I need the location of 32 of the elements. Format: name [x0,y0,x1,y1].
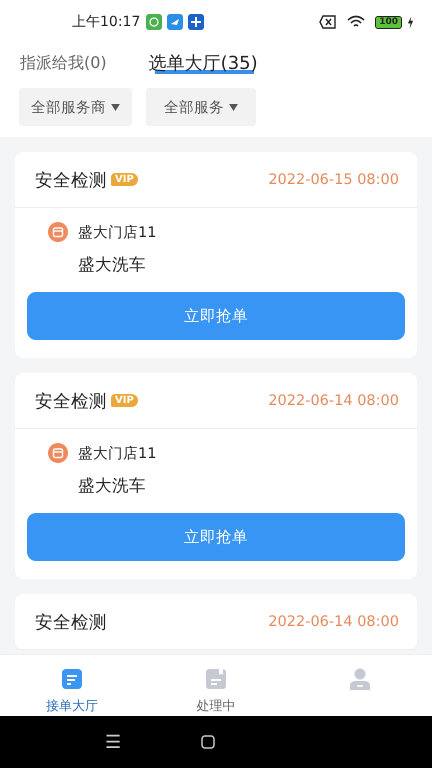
order-title: 安全检测 [35,612,107,634]
order-time: 2022-06-14 08:00 [268,392,399,408]
service-name: 盛大洗车 [77,475,147,497]
order-title: 安全检测 [35,170,107,192]
service-name: 盛大洗车 [77,254,147,276]
app-icon [188,14,204,30]
shop-icon [48,443,68,463]
wifi-icon [347,15,366,29]
grab-order-button[interactable]: 立即抢单 [27,292,405,340]
caret-icon [229,104,238,110]
vip-badge: VIP [111,394,138,407]
app-icon [146,14,162,30]
user-icon [348,667,372,691]
charging-icon [407,16,414,28]
filter-dropdown[interactable]: 全部服务商 [19,88,132,126]
grab-order-button[interactable]: 立即抢单 [27,513,405,561]
order-title: 安全检测 [35,390,107,412]
home-button[interactable] [201,735,215,749]
battery-icon: 100 [375,16,402,28]
caret-icon [111,104,120,110]
shop-icon [48,222,68,242]
filter-dropdown[interactable]: 全部服务 [146,88,256,126]
order-time: 2022-06-15 08:00 [268,172,399,188]
status-time: 上午10:17 [72,13,140,31]
vip-badge: VIP [111,173,138,186]
store-name: 盛大门店11 [78,444,156,462]
store-name: 盛大门店11 [78,224,156,242]
app-icon [167,14,184,30]
no-sim-icon [319,15,338,29]
document-icon [60,667,84,691]
order-time: 2022-06-14 08:00 [268,614,399,630]
document-icon [204,667,228,691]
